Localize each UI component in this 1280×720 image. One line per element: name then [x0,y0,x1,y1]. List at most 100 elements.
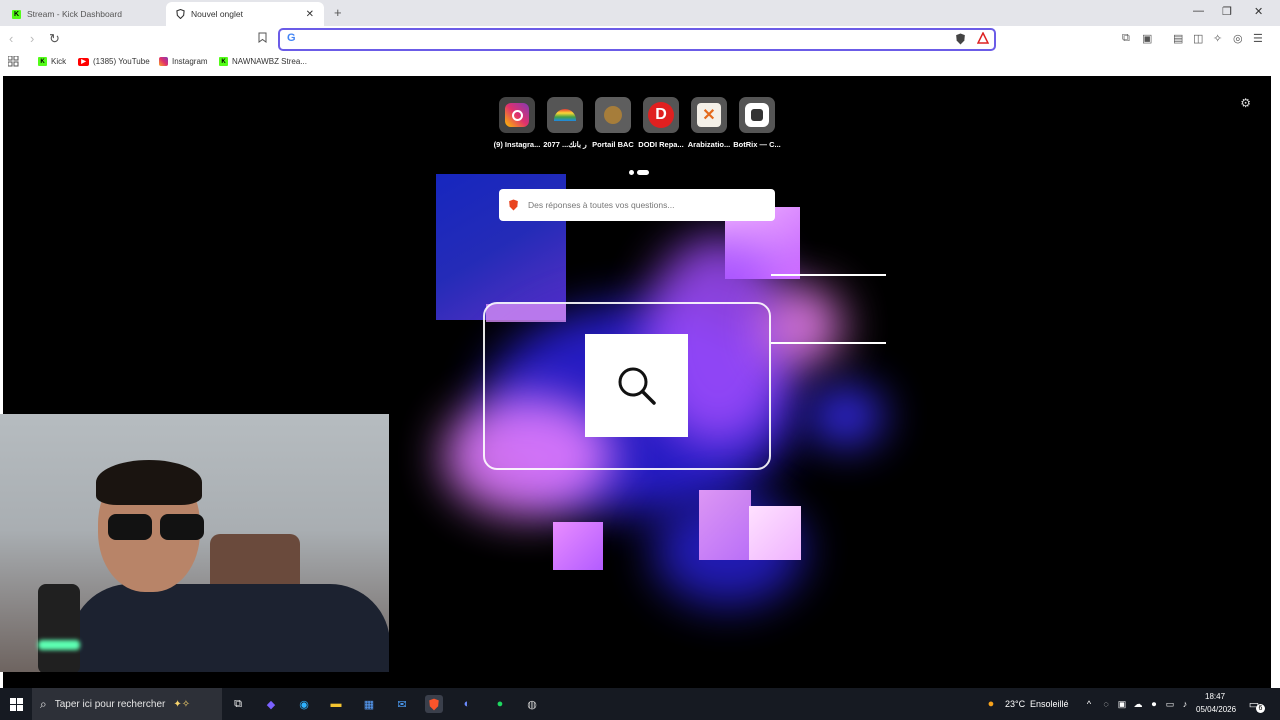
weather-temp: 23°C [1005,699,1026,709]
background-line [771,342,886,344]
copilot-icon[interactable]: ◆ [262,695,280,713]
apps-grid-icon[interactable] [8,56,19,67]
sparkle-icon: ✦✧ [173,698,191,710]
windows-start-icon[interactable] [7,695,25,713]
tab-kick-dashboard[interactable]: K Stream - Kick Dashboard [2,2,165,26]
chevron-up-icon[interactable]: ^ [1080,695,1098,713]
webcam-overlay [0,414,389,672]
bookmark-instagram[interactable]: Instagram [159,57,208,66]
kick-icon: K [219,57,228,66]
notifications-count: 6 [1256,704,1265,713]
instagram-icon [159,57,168,66]
bookmarks-bar: K Kick ▶ (1385) YouTube Instagram K NAWN… [0,53,1280,73]
kick-icon: K [12,9,21,19]
youtube-icon: ▶ [78,57,89,66]
weather-desc: Ensoleillé [1030,699,1069,709]
instagram-icon [499,97,535,133]
leo-ai-icon[interactable]: ✧ [1213,32,1222,45]
vpn-icon[interactable]: ◫ [1193,32,1203,45]
shield-menu-icon[interactable]: ◎ [1233,32,1243,45]
background-square [553,522,603,570]
notifications-icon[interactable]: ▭ 6 [1245,695,1265,713]
bookmark-youtube[interactable]: ▶ (1385) YouTube [78,57,150,66]
edge-icon[interactable]: ◉ [295,695,313,713]
ask-search-box[interactable]: Des réponses à toutes vos questions... [499,189,775,221]
top-site-label: Portail BAC [592,140,634,149]
ask-placeholder: Des réponses à toutes vos questions... [528,200,675,210]
clock-time[interactable]: 18:47 [1205,692,1225,701]
search-icon [618,367,656,405]
background-square [749,506,801,560]
search-icon: ⌕ [40,696,47,711]
close-tab-icon[interactable]: ✕ [306,9,314,20]
top-site-instagram[interactable]: (9) Instagra... [493,97,541,149]
pager-dot[interactable] [629,170,634,175]
top-site-label: 2077 ...ر بانك [543,140,587,149]
background-glow [763,286,843,366]
taskbar-search[interactable]: ⌕ Taper ici pour rechercher ✦✧ [32,688,222,720]
top-site-portail-bac[interactable]: Portail BAC [589,97,637,149]
bookmark-label: Kick [51,57,67,66]
messenger-icon[interactable]: ◐ [458,695,476,713]
top-site-botrix[interactable]: BotRix — C... [733,97,781,149]
bookmark-icon[interactable] [258,32,267,46]
bookmark-nawnawbz[interactable]: K NAWNAWBZ Strea... [219,57,307,66]
top-site-2077[interactable]: 2077 ...ر بانك [541,97,589,149]
toolbar: ‹ › ↻ G ⧉ ▣ ▤ ◫ ✧ ◎ ☰ [0,26,1280,53]
pager-dots[interactable] [629,162,652,180]
dodi-icon: D [643,97,679,133]
bookmark-kick[interactable]: K Kick [38,57,66,66]
kick-icon: K [38,57,47,66]
store-icon[interactable]: ▦ [360,695,378,713]
obs-icon[interactable]: ◍ [523,695,541,713]
wallet-icon[interactable]: ▣ [1142,32,1152,45]
botrix-icon [739,97,775,133]
tab-title: Nouvel onglet [191,9,243,19]
background-square [699,490,751,560]
volume-icon[interactable]: ♪ [1176,695,1194,713]
bookmark-label: Instagram [172,57,208,66]
webcam-person-body [70,584,389,672]
task-view-icon[interactable]: ⧉ [229,695,247,713]
sidebar-icon[interactable]: ▤ [1173,32,1183,45]
reload-icon[interactable]: ↻ [49,31,60,47]
forward-icon[interactable]: › [30,31,34,46]
rainbow-icon [547,97,583,133]
top-site-label: DODI Repa... [638,140,684,149]
top-site-arabization[interactable]: ✕ Arabizatio... [685,97,733,149]
top-site-label: (9) Instagra... [493,140,541,149]
mail-icon[interactable]: ✉ [393,695,411,713]
back-icon[interactable]: ‹ [9,31,13,46]
pager-dot-active[interactable] [637,170,649,175]
emblem-icon [595,97,631,133]
background-glow [808,386,883,446]
address-bar[interactable]: G [278,28,996,51]
extensions-icon[interactable]: ⧉ [1122,32,1130,45]
restore-icon[interactable]: ❐ [1222,5,1232,18]
webcam-glasses [108,514,208,544]
top-site-dodi[interactable]: D DODI Repa... [637,97,685,149]
tab-new-tab[interactable]: Nouvel onglet ✕ [166,2,324,26]
new-tab-icon[interactable]: + [334,5,342,20]
browser-window: K Stream - Kick Dashboard Nouvel onglet … [0,0,1280,688]
brave-taskbar-icon[interactable] [425,695,443,713]
brave-shields-icon[interactable] [955,33,966,48]
menu-icon[interactable]: ☰ [1253,32,1263,45]
bookmark-label: (1385) YouTube [93,57,150,66]
brave-logo-icon [509,199,518,211]
weather-sun-icon: ● [987,698,995,710]
tab-title: Stream - Kick Dashboard [27,9,122,19]
top-site-label: BotRix — C... [733,140,781,149]
clock-date[interactable]: 05/04/2026 [1196,705,1236,714]
settings-gear-icon[interactable]: ⚙ [1240,96,1251,110]
webcam-mic-light [38,640,80,650]
file-explorer-icon[interactable]: ▬ [327,695,345,713]
brave-rewards-icon[interactable] [976,31,990,47]
top-site-label: Arabizatio... [687,140,731,149]
webcam-person-hair [96,460,202,505]
taskbar: ⌕ Taper ici pour rechercher ✦✧ ⧉ ◆ ◉ ▬ ▦… [0,688,1280,720]
taskbar-search-placeholder: Taper ici pour rechercher [54,698,166,710]
spotify-icon[interactable]: ● [491,695,509,713]
minimize-icon[interactable]: — [1193,5,1204,17]
close-window-icon[interactable]: ✕ [1254,5,1263,18]
